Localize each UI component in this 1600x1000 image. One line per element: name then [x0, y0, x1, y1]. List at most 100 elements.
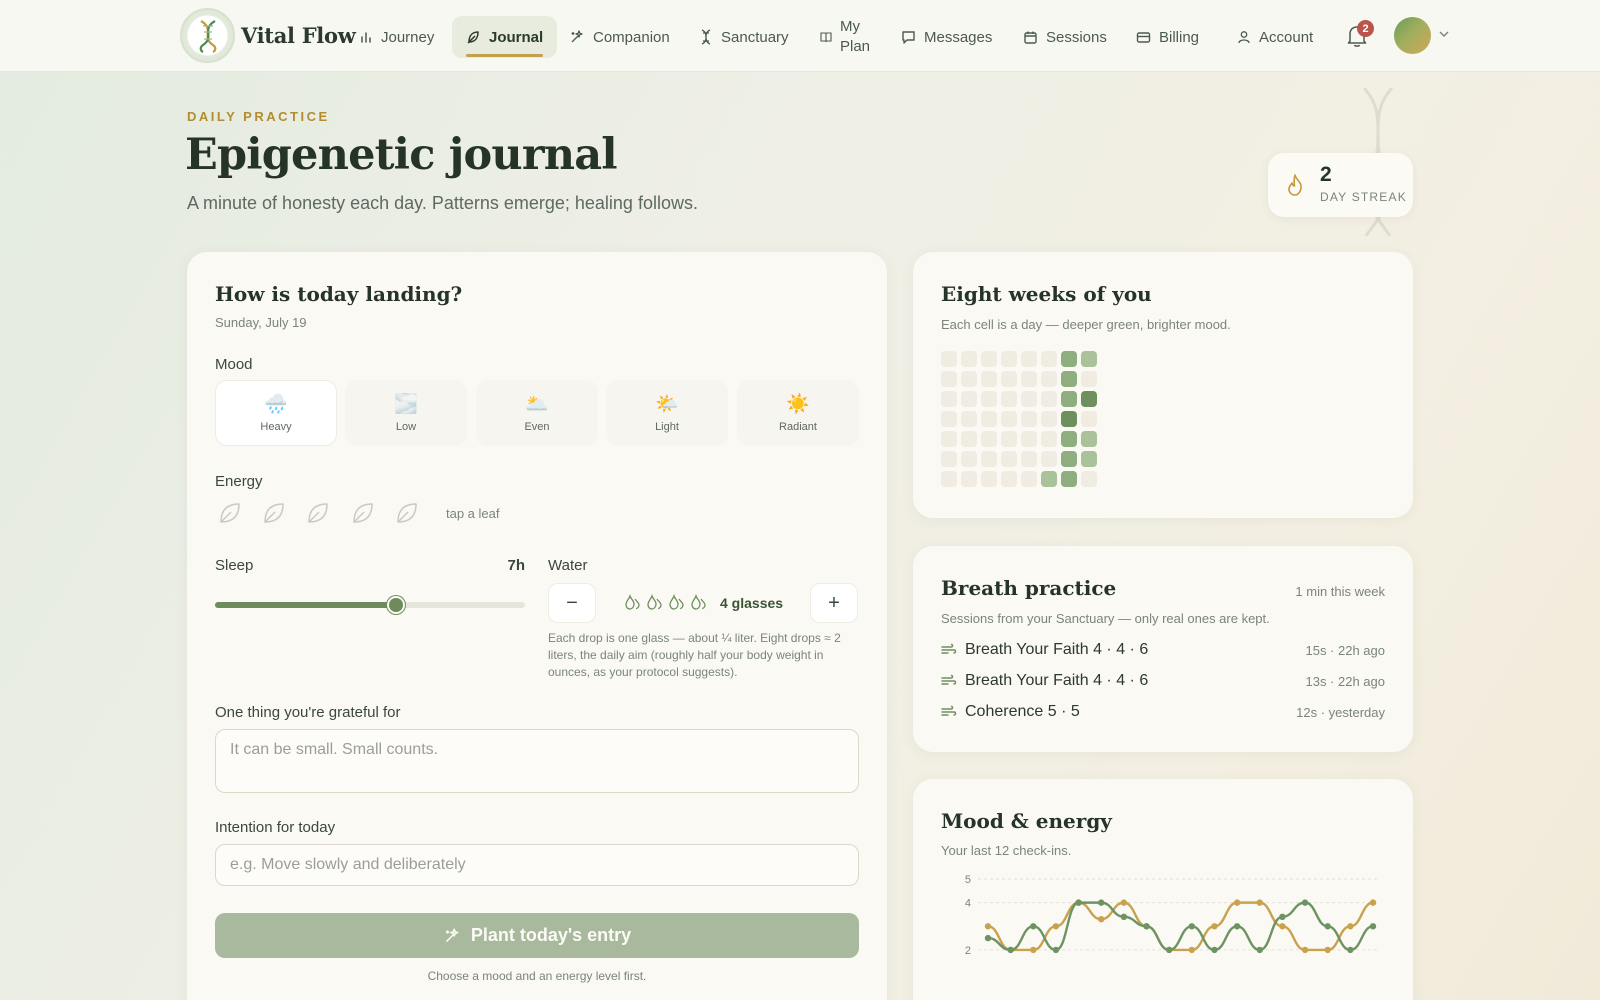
- flame-icon: [1288, 174, 1302, 196]
- plant-entry-button[interactable]: Plant today's entry: [215, 913, 859, 958]
- nav-sessions[interactable]: Sessions: [1009, 16, 1121, 58]
- feather-icon: [467, 30, 479, 44]
- mood-option-light[interactable]: 🌤️ Light: [606, 380, 728, 446]
- eight-weeks-card: Eight weeks of you Each cell is a day — …: [913, 252, 1413, 518]
- nav-my-plan[interactable]: My Plan: [806, 14, 884, 60]
- data-point: [1098, 899, 1105, 906]
- water-increase-button[interactable]: +: [810, 583, 858, 623]
- sleep-slider-handle[interactable]: [386, 596, 405, 614]
- wind-icon: [941, 643, 957, 654]
- heatmap-cell: [1021, 411, 1037, 427]
- session-meta: 12s · yesterday: [1296, 704, 1385, 720]
- water-label: Water: [548, 557, 588, 574]
- heatmap-cell: [1061, 431, 1077, 447]
- notifications-button[interactable]: 2: [1344, 20, 1374, 50]
- list-item[interactable]: Coherence 5 · 5 12s · yesterday: [941, 699, 1385, 725]
- data-point: [1301, 946, 1309, 954]
- heatmap-cell: [1041, 451, 1057, 467]
- energy-label: Energy: [215, 473, 263, 490]
- intention-label: Intention for today: [215, 819, 336, 836]
- user-icon: [1238, 31, 1250, 44]
- mood-energy-chart: 5 4 2: [965, 874, 1378, 957]
- data-point: [1233, 899, 1241, 906]
- sleep-label: Sleep: [215, 557, 254, 574]
- heatmap-cell: [981, 351, 997, 367]
- nav-sanctuary[interactable]: Sanctuary: [685, 16, 803, 58]
- water-decrease-button[interactable]: −: [548, 583, 596, 623]
- heatmap-cell: [941, 411, 957, 427]
- heatmap-cell: [1001, 451, 1017, 467]
- heatmap-cell: [1041, 471, 1057, 487]
- heatmap-cell: [1061, 471, 1077, 487]
- intention-input[interactable]: [215, 844, 859, 886]
- mood-option-radiant[interactable]: ☀️ Radiant: [737, 380, 859, 446]
- book-icon: [820, 32, 832, 43]
- data-point: [1098, 915, 1105, 923]
- data-point: [1369, 923, 1377, 930]
- heatmap-cell: [1081, 451, 1097, 467]
- mood-option-heavy[interactable]: 🌧️ Heavy: [215, 380, 337, 446]
- mood-label: Mood: [215, 356, 253, 373]
- heatmap-cell: [1021, 451, 1037, 467]
- nav-label-line2: Plan: [840, 38, 871, 55]
- journal-date: Sunday, July 19: [215, 315, 307, 330]
- leaf-icon[interactable]: [350, 500, 376, 526]
- nav-journal[interactable]: Journal: [452, 16, 558, 58]
- sun-icon: ☀️: [786, 394, 810, 415]
- breath-practice-card: Breath practice 1 min this week Sessions…: [913, 546, 1413, 752]
- leaf-icon[interactable]: [394, 500, 420, 526]
- chevron-down-icon[interactable]: [1438, 28, 1450, 40]
- heatmap-cell: [1041, 431, 1057, 447]
- top-navigation: Vital Flow Journey Journal Companion San…: [0, 0, 1600, 72]
- mood-option-label: Low: [395, 421, 417, 433]
- heatmap-cell: [961, 451, 977, 467]
- list-item[interactable]: Breath Your Faith 4 · 4 · 6 15s · 22h ag…: [941, 637, 1385, 663]
- leaf-icon[interactable]: [217, 500, 243, 526]
- session-name: Breath Your Faith 4 · 4 · 6: [965, 672, 1149, 689]
- nav-label: Sessions: [1046, 28, 1107, 46]
- heatmap-cell: [1081, 371, 1097, 387]
- heatmap-cell: [961, 391, 977, 407]
- nav-label: Messages: [924, 28, 993, 46]
- nav-companion[interactable]: Companion: [555, 16, 684, 58]
- nav-label-line1: My: [840, 18, 860, 35]
- breath-weekly-total: 1 min this week: [1295, 584, 1385, 599]
- page-subtitle: A minute of honesty each day. Patterns e…: [187, 193, 698, 213]
- plant-entry-label: Plant today's entry: [470, 925, 632, 945]
- y-tick-label: 4: [965, 898, 971, 910]
- series-line-1: [987, 901, 1374, 952]
- heatmap-cell: [1041, 351, 1057, 367]
- nav-billing[interactable]: Billing: [1122, 16, 1213, 58]
- grateful-input[interactable]: [215, 729, 859, 793]
- journal-card-title: How is today landing?: [215, 282, 463, 306]
- brand-name: Vital Flow: [241, 23, 356, 48]
- avatar[interactable]: [1394, 17, 1431, 54]
- data-point: [1347, 946, 1354, 954]
- data-point: [1211, 923, 1218, 930]
- heatmap-cell: [1081, 471, 1097, 487]
- nav-journey[interactable]: Journey: [345, 16, 448, 58]
- data-point: [1030, 946, 1037, 954]
- data-point: [1075, 899, 1082, 906]
- card-icon: [1136, 31, 1151, 43]
- brand-logo[interactable]: Vital Flow: [180, 8, 356, 63]
- sleep-slider-fill: [215, 602, 396, 608]
- heatmap-cell: [961, 371, 977, 387]
- data-point: [1233, 923, 1241, 930]
- nav-messages[interactable]: Messages: [887, 16, 1006, 58]
- heatmap-cell: [981, 471, 997, 487]
- heatmap-cell: [981, 391, 997, 407]
- heatmap-cell: [941, 451, 957, 467]
- session-name: Breath Your Faith 4 · 4 · 6: [965, 641, 1149, 658]
- leaf-icon[interactable]: [261, 500, 287, 526]
- data-point: [1188, 946, 1196, 954]
- mood-option-even[interactable]: 🌥️ Even: [476, 380, 598, 446]
- sleep-slider[interactable]: [215, 596, 525, 614]
- list-item[interactable]: Breath Your Faith 4 · 4 · 6 13s · 22h ag…: [941, 668, 1385, 694]
- data-point: [1188, 923, 1196, 930]
- leaf-icon[interactable]: [305, 500, 331, 526]
- nav-account[interactable]: Account: [1223, 16, 1327, 58]
- heatmap-cell: [1061, 371, 1077, 387]
- mood-option-low[interactable]: 🌫️ Low: [345, 380, 467, 446]
- heatmap-cell: [981, 451, 997, 467]
